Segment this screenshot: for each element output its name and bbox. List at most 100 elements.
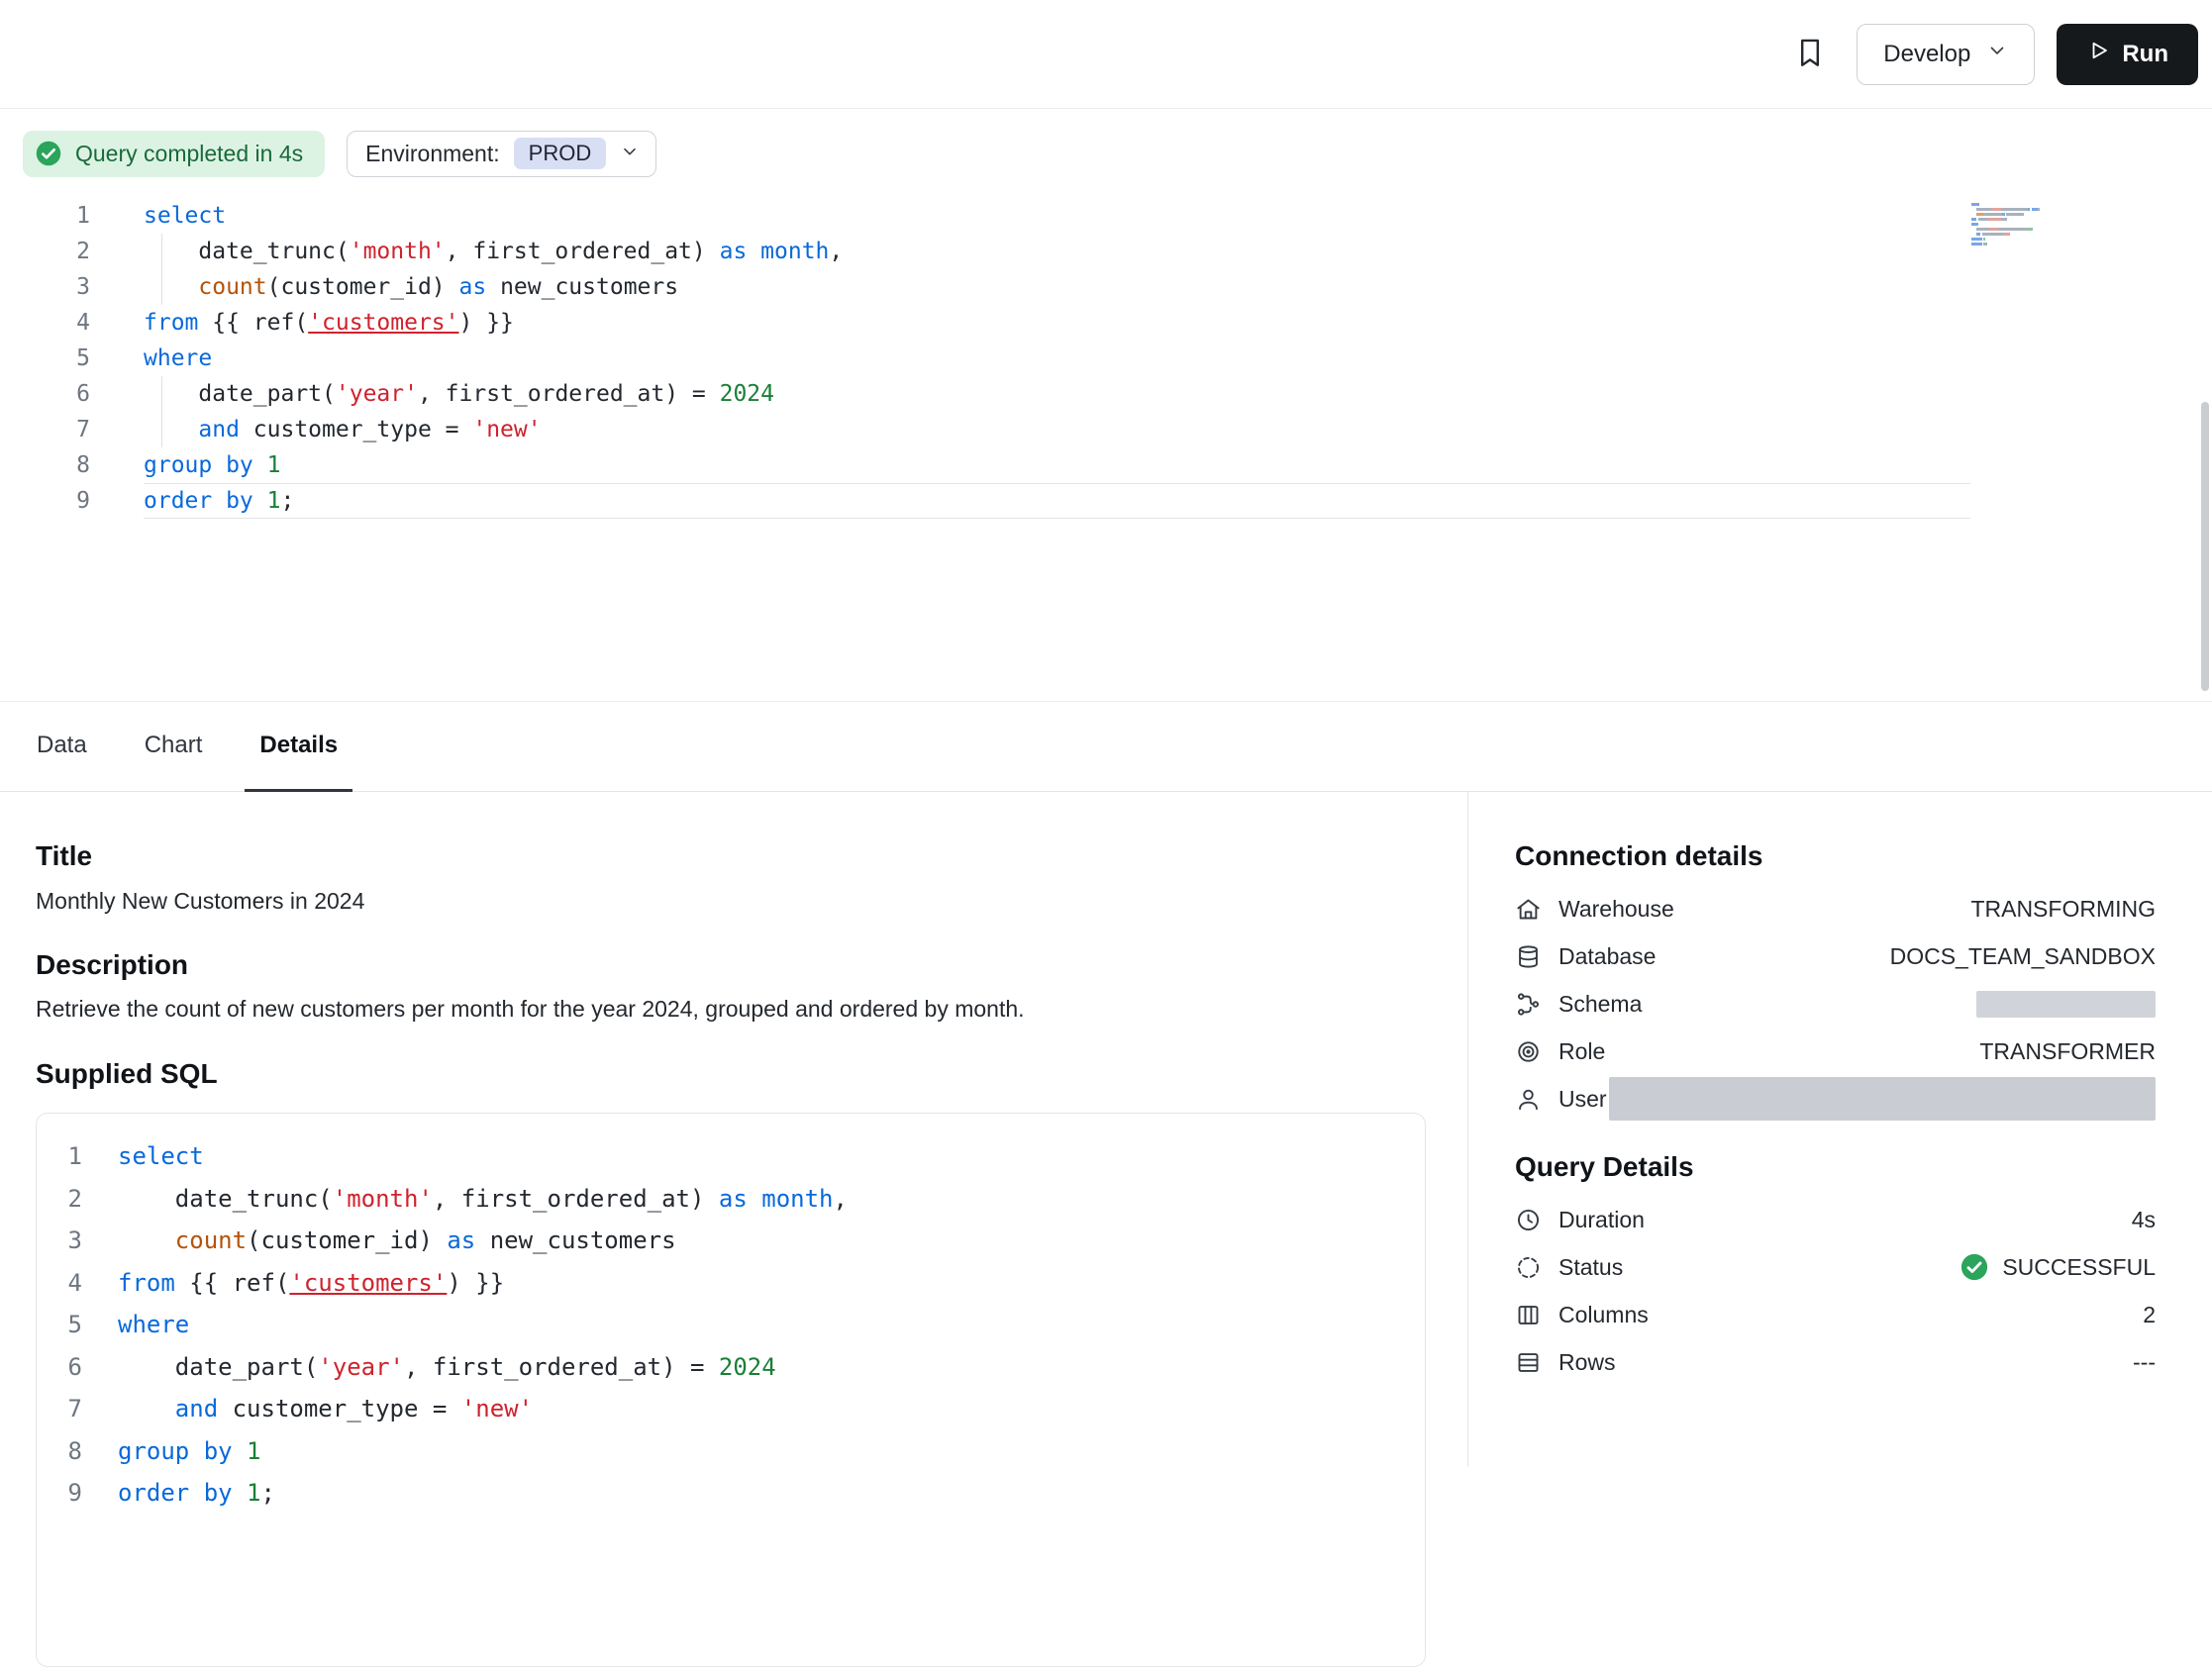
code-text: order by 1;: [118, 1472, 275, 1515]
tab-chart[interactable]: Chart: [130, 702, 218, 792]
detail-row-user: User: [1515, 1075, 2156, 1123]
indent-guide: [161, 269, 162, 305]
code-line[interactable]: 5 where: [0, 341, 2212, 376]
role-value: TRANSFORMER: [1979, 1038, 2156, 1065]
run-button[interactable]: Run: [2057, 24, 2198, 85]
code-line[interactable]: 6 date_part('year', first_ordered_at) = …: [0, 376, 2212, 412]
success-check-icon: [35, 140, 62, 167]
line-number: 2: [37, 1178, 82, 1221]
code-line[interactable]: 8 group by 1: [37, 1430, 1425, 1473]
line-number: 7: [0, 412, 90, 447]
line-number: 9: [0, 483, 90, 519]
code-text: group by 1: [144, 447, 1970, 483]
user-value-redacted: [1609, 1077, 2156, 1121]
user-label: User: [1558, 1086, 1607, 1113]
code-text: where: [118, 1304, 189, 1346]
code-text: order by 1;: [144, 483, 1970, 519]
details-panel: Title Monthly New Customers in 2024 Desc…: [36, 792, 1426, 1667]
title-heading: Title: [36, 839, 1426, 873]
line-number: 3: [0, 269, 90, 305]
warehouse-value: TRANSFORMING: [1970, 896, 2156, 923]
status-row: Query completed in 4s Environment: PROD: [0, 109, 2212, 198]
code-line[interactable]: 6 date_part('year', first_ordered_at) = …: [37, 1346, 1425, 1389]
columns-value: 2: [2143, 1302, 2156, 1328]
code-line[interactable]: 5 where: [37, 1304, 1425, 1346]
bookmark-button[interactable]: [1793, 36, 1827, 72]
editor-code-lines: 1select2 date_trunc('month', first_order…: [0, 198, 2212, 519]
rows-icon: [1515, 1349, 1542, 1376]
line-number: 5: [0, 341, 90, 376]
code-text: select: [118, 1135, 204, 1178]
duration-value: 4s: [2132, 1207, 2156, 1233]
code-line[interactable]: 9 order by 1;: [0, 483, 2212, 519]
environment-label: Environment:: [365, 141, 500, 167]
code-text: count(customer_id) as new_customers: [144, 269, 1970, 305]
line-number: 8: [0, 447, 90, 483]
code-text: select: [144, 198, 1970, 234]
minimap[interactable]: [1971, 203, 2074, 247]
tab-details[interactable]: Details: [245, 702, 352, 792]
minimap-line: [1971, 238, 2074, 241]
scrollbar-thumb[interactable]: [2201, 402, 2209, 691]
schema-value-redacted: [1976, 991, 2156, 1018]
code-text: from {{ ref('customers') }}: [144, 305, 1970, 341]
query-details-rows: Duration4sStatusSUCCESSFULColumns2Rows--…: [1515, 1196, 2156, 1386]
minimap-line: [1971, 243, 2074, 245]
run-button-label: Run: [2122, 41, 2168, 68]
line-number: 5: [37, 1304, 82, 1346]
rows-value: ---: [2133, 1349, 2156, 1376]
code-line[interactable]: 4from {{ ref('customers') }}: [37, 1262, 1425, 1305]
line-number: 8: [37, 1430, 82, 1473]
develop-button-label: Develop: [1883, 41, 1970, 68]
detail-row-role: RoleTRANSFORMER: [1515, 1028, 2156, 1075]
code-line[interactable]: 1select: [0, 198, 2212, 234]
schema-icon: [1515, 991, 1542, 1018]
connection-rows: Warehouse TRANSFORMING DatabaseDOCS_TEAM_S…: [1515, 885, 2156, 1123]
code-line[interactable]: 8 group by 1: [0, 447, 2212, 483]
code-line[interactable]: 3 count(customer_id) as new_customers: [37, 1220, 1425, 1262]
line-number: 7: [37, 1388, 82, 1430]
line-number: 6: [37, 1346, 82, 1389]
tab-data[interactable]: Data: [22, 702, 102, 792]
line-number: 6: [0, 376, 90, 412]
detail-row-warehouse: Warehouse TRANSFORMING: [1515, 885, 2156, 932]
detail-row-database: DatabaseDOCS_TEAM_SANDBOX: [1515, 932, 2156, 980]
line-number: 9: [37, 1472, 82, 1515]
code-line[interactable]: 2 date_trunc('month', first_ordered_at) …: [37, 1178, 1425, 1221]
code-line[interactable]: 9 order by 1;: [37, 1472, 1425, 1515]
connection-panel: Connection details Warehouse TRANSFORMING…: [1467, 792, 2212, 1467]
supplied-sql-block: 1select2 date_trunc('month', first_order…: [36, 1113, 1426, 1667]
results-tabs: Data Chart Details: [0, 701, 2212, 792]
code-line[interactable]: 3 count(customer_id) as new_customers: [0, 269, 2212, 305]
minimap-line: [1971, 223, 2074, 226]
minimap-line: [1971, 218, 2074, 221]
code-line[interactable]: 2 date_trunc('month', first_ordered_at) …: [0, 234, 2212, 269]
code-line[interactable]: 7 and customer_type = 'new': [37, 1388, 1425, 1430]
status-icon: [1515, 1254, 1542, 1281]
code-text: group by 1: [118, 1430, 261, 1473]
supplied-sql-lines: 1select2 date_trunc('month', first_order…: [37, 1135, 1425, 1515]
code-text: count(customer_id) as new_customers: [118, 1220, 676, 1262]
connection-details-heading: Connection details: [1515, 839, 2156, 873]
minimap-line: [1971, 208, 2074, 211]
status-label: Status: [1558, 1254, 1623, 1281]
line-number: 2: [0, 234, 90, 269]
code-text: date_trunc('month', first_ordered_at) as…: [118, 1178, 848, 1221]
columns-icon: [1515, 1302, 1542, 1328]
query-status-badge: Query completed in 4s: [23, 131, 325, 177]
code-line[interactable]: 1select: [37, 1135, 1425, 1178]
minimap-line: [1971, 213, 2074, 216]
title-value: Monthly New Customers in 2024: [36, 887, 1426, 915]
code-text: where: [144, 341, 1970, 376]
code-text: date_part('year', first_ordered_at) = 20…: [118, 1346, 776, 1389]
code-line[interactable]: 7 and customer_type = 'new': [0, 412, 2212, 447]
sql-editor[interactable]: 1select2 date_trunc('month', first_order…: [0, 198, 2212, 701]
indent-guide: [161, 234, 162, 269]
develop-button[interactable]: Develop: [1857, 24, 2035, 85]
line-number: 3: [37, 1220, 82, 1262]
detail-row-duration: Duration4s: [1515, 1196, 2156, 1243]
code-line[interactable]: 4from {{ ref('customers') }}: [0, 305, 2212, 341]
environment-selector[interactable]: Environment: PROD: [347, 131, 656, 177]
warehouse-label: Warehouse: [1558, 896, 1674, 923]
schema-label: Schema: [1558, 991, 1642, 1018]
